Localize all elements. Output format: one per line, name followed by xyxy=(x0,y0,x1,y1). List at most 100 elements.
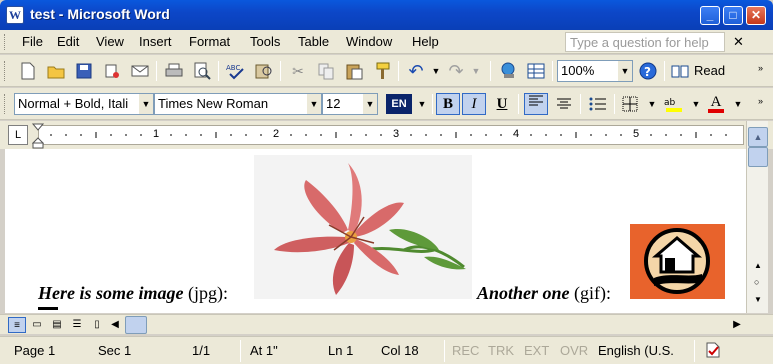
font-value: Times New Roman xyxy=(158,96,269,111)
web-layout-view-icon[interactable]: ▭ xyxy=(28,317,46,333)
scroll-left-icon[interactable]: ◀ xyxy=(106,317,124,333)
font-color-icon[interactable]: A xyxy=(706,94,726,114)
align-center-icon[interactable] xyxy=(554,94,574,114)
ruler-row: L 1 2 3 4 5 xyxy=(0,121,773,149)
house-gif-image[interactable] xyxy=(630,224,725,299)
highlight-dropdown-icon[interactable]: ▼ xyxy=(686,94,706,114)
toolbar-grip[interactable] xyxy=(4,61,8,81)
tab-selector[interactable]: L xyxy=(8,125,28,145)
status-language[interactable]: English (U.S. xyxy=(598,343,674,358)
underline-button[interactable]: U xyxy=(492,94,512,114)
chevron-down-icon[interactable]: ▼ xyxy=(139,94,153,114)
toolbar-grip[interactable] xyxy=(4,94,8,114)
indent-marker-icon[interactable] xyxy=(32,123,44,149)
help-question-input[interactable]: Type a question for help xyxy=(565,32,725,52)
spelling-icon[interactable]: ABC xyxy=(226,61,246,81)
italic-button[interactable]: I xyxy=(462,93,486,115)
status-rec[interactable]: REC xyxy=(452,343,479,358)
zoom-value: 100% xyxy=(561,63,595,78)
permission-icon[interactable] xyxy=(102,61,122,81)
redo-dropdown-icon[interactable]: ▼ xyxy=(466,61,486,81)
font-select[interactable]: Times New Roman ▼ xyxy=(154,93,322,115)
menu-format[interactable]: Format xyxy=(189,34,230,49)
ruler-number: 2 xyxy=(273,128,280,140)
minimize-button[interactable]: _ xyxy=(700,6,720,25)
vertical-scrollbar[interactable]: ▲ ▲ ○ ▼ xyxy=(746,121,768,313)
app-icon-letter: W xyxy=(9,8,21,22)
spelling-grammar-status-icon[interactable] xyxy=(704,341,722,362)
chevron-down-icon[interactable]: ▼ xyxy=(307,94,321,114)
document-page[interactable]: Here is some image (jpg): Another one (g… xyxy=(5,149,746,313)
maximize-button[interactable]: □ xyxy=(723,6,743,25)
undo-icon[interactable]: ↶ xyxy=(406,61,426,81)
read-icon[interactable] xyxy=(670,61,690,81)
font-color-dropdown-icon[interactable]: ▼ xyxy=(728,94,748,114)
print-layout-view-icon[interactable]: ▤ xyxy=(48,317,66,333)
bullets-icon[interactable] xyxy=(588,94,608,114)
font-color-letter: A xyxy=(710,94,722,110)
borders-dropdown-icon[interactable]: ▼ xyxy=(642,94,662,114)
word-app-icon[interactable]: W xyxy=(6,6,24,24)
cut-icon[interactable]: ✂ xyxy=(288,61,308,81)
svg-text:?: ? xyxy=(644,65,651,79)
undo-dropdown-icon[interactable]: ▼ xyxy=(426,61,446,81)
menu-window[interactable]: Window xyxy=(346,34,392,49)
copy-icon[interactable] xyxy=(316,61,336,81)
menu-file[interactable]: File xyxy=(22,34,43,49)
menu-table[interactable]: Table xyxy=(298,34,329,49)
previous-page-icon[interactable]: ▲ xyxy=(754,261,762,270)
new-icon[interactable] xyxy=(18,61,38,81)
scroll-thumb[interactable] xyxy=(748,147,768,167)
reading-layout-view-icon[interactable]: ▯ xyxy=(88,317,106,333)
status-ext[interactable]: EXT xyxy=(524,343,549,358)
menu-help[interactable]: Help xyxy=(412,34,439,49)
menu-view[interactable]: View xyxy=(96,34,124,49)
hyperlink-icon[interactable] xyxy=(498,61,518,81)
menu-grip[interactable] xyxy=(4,34,8,50)
print-icon[interactable] xyxy=(164,61,184,81)
align-left-button[interactable] xyxy=(524,93,548,115)
close-document-button[interactable]: ✕ xyxy=(733,34,744,50)
menu-insert[interactable]: Insert xyxy=(139,34,172,49)
menu-edit[interactable]: Edit xyxy=(57,34,79,49)
toolbar-separator xyxy=(280,61,281,81)
research-icon[interactable] xyxy=(254,61,274,81)
toolbar-options-icon[interactable]: » xyxy=(758,96,763,106)
toolbar-options-icon[interactable]: » xyxy=(758,63,763,73)
style-select[interactable]: Normal + Bold, Itali ▼ xyxy=(14,93,154,115)
lily-jpg-image[interactable] xyxy=(254,155,472,299)
format-painter-icon[interactable] xyxy=(372,61,392,81)
open-icon[interactable] xyxy=(46,61,66,81)
help-icon[interactable]: ? xyxy=(638,61,658,81)
borders-icon[interactable] xyxy=(620,94,640,114)
language-indicator[interactable]: EN xyxy=(386,94,412,114)
email-icon[interactable] xyxy=(130,61,150,81)
horizontal-scroll-thumb[interactable] xyxy=(125,316,147,334)
save-icon[interactable] xyxy=(74,61,94,81)
language-dropdown-icon[interactable]: ▼ xyxy=(412,94,432,114)
chevron-down-icon[interactable]: ▼ xyxy=(618,61,632,81)
menu-tools[interactable]: Tools xyxy=(250,34,280,49)
scroll-right-icon[interactable]: ▶ xyxy=(728,317,746,333)
horizontal-ruler[interactable]: 1 2 3 4 5 xyxy=(38,125,744,145)
bold-button[interactable]: B xyxy=(436,93,460,115)
status-trk[interactable]: TRK xyxy=(488,343,514,358)
chevron-down-icon[interactable]: ▼ xyxy=(363,94,377,114)
outline-view-icon[interactable]: ☰ xyxy=(68,317,86,333)
print-preview-icon[interactable] xyxy=(192,61,212,81)
read-button-label[interactable]: Read xyxy=(694,63,725,78)
next-page-icon[interactable]: ▼ xyxy=(754,295,762,304)
redo-icon[interactable]: ↷ xyxy=(446,61,466,81)
status-page: Page 1 xyxy=(14,343,56,358)
select-browse-object-icon[interactable]: ○ xyxy=(754,277,759,287)
scroll-up-icon[interactable]: ▲ xyxy=(748,127,768,147)
font-size-select[interactable]: 12 ▼ xyxy=(322,93,378,115)
zoom-select[interactable]: 100% ▼ xyxy=(557,60,633,82)
paste-icon[interactable] xyxy=(344,61,364,81)
highlight-icon[interactable]: ab xyxy=(664,94,684,114)
close-button[interactable]: ✕ xyxy=(746,6,766,25)
normal-view-icon[interactable]: ≡ xyxy=(8,317,26,333)
status-separator xyxy=(240,340,241,362)
table-icon[interactable] xyxy=(526,61,546,81)
status-ovr[interactable]: OVR xyxy=(560,343,588,358)
